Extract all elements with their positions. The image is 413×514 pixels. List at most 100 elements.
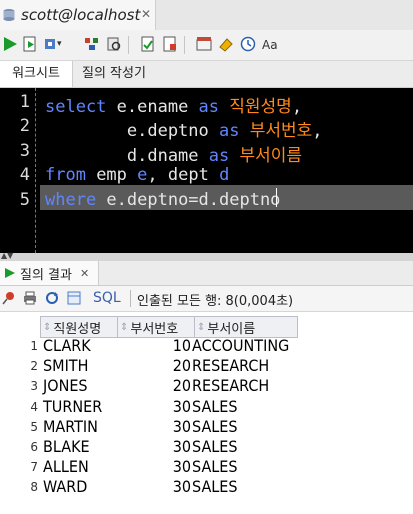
row-number: 4 <box>30 399 38 414</box>
column-header-deptno[interactable]: ⇕ 부서번호 <box>117 316 194 338</box>
results-tab-bar: 질의 결과 ✕ <box>0 261 413 286</box>
results-grid[interactable]: ⇕ 직원성명 ⇕ 부서번호 ⇕ 부서이름 1 CLARK 10 ACCOUNTING 2… <box>0 314 413 514</box>
commit-icon[interactable] <box>140 36 156 52</box>
cell-deptno: 30 <box>172 477 191 497</box>
column-header-label: 부서번호 <box>130 321 179 337</box>
sql-tuning-icon[interactable] <box>106 36 122 52</box>
code-token: from <box>45 165 97 186</box>
to-upper-case-icon[interactable]: Aa <box>262 36 282 52</box>
column-header-ename[interactable]: ⇕ 직원성명 <box>40 316 117 338</box>
freeze-view-icon[interactable] <box>67 291 81 305</box>
cell-dname: SALES <box>192 437 238 456</box>
cell-ename: JONES <box>43 376 88 396</box>
code-token: , <box>147 165 168 186</box>
result-grid-icon <box>5 268 15 278</box>
code-token: 직원성명 <box>229 97 292 117</box>
text-caret <box>276 188 277 207</box>
code-token: dept <box>167 165 220 186</box>
editor-tab-bar: scott@localhost ✕ <box>0 0 413 31</box>
row-number: 3 <box>30 379 38 394</box>
code-token: , <box>312 121 323 142</box>
code-token: d <box>219 165 230 186</box>
cell-deptno: 20 <box>172 376 191 396</box>
code-token: as <box>219 121 250 142</box>
cell-deptno: 30 <box>172 457 191 477</box>
cell-ename: SMITH <box>43 356 89 376</box>
code-token: e.deptno <box>45 121 219 142</box>
cell-deptno: 30 <box>172 437 191 456</box>
gutter-divider <box>35 88 36 253</box>
clear-eraser-icon[interactable] <box>218 36 234 52</box>
sort-icon[interactable]: ⇕ <box>120 322 128 333</box>
sort-icon[interactable]: ⇕ <box>197 322 205 333</box>
code-token: emp <box>96 165 138 186</box>
code-line: e.deptno as 부서번호, <box>45 116 323 142</box>
code-token: as <box>208 145 240 166</box>
tab-query-builder[interactable]: 질의 작성기 <box>82 61 146 87</box>
toolbar-divider <box>184 36 185 54</box>
line-number: 5 <box>19 189 30 210</box>
toolbar-divider <box>128 36 129 54</box>
toolbar-divider <box>130 290 131 307</box>
cell-ename: TURNER <box>43 396 103 416</box>
tab-worksheet[interactable]: 워크시트 <box>0 61 73 87</box>
code-token: where <box>45 189 107 210</box>
column-header-label: 직원성명 <box>53 321 102 337</box>
code-token: d.dname <box>45 145 209 166</box>
row-number: 8 <box>30 480 38 495</box>
code-line: where e.deptno=d.deptno <box>45 190 280 214</box>
tab-query-result[interactable]: 질의 결과 ✕ <box>0 261 99 285</box>
code-token: 부서이름 <box>239 145 303 166</box>
chevron-down-icon[interactable]: ▾ <box>57 39 62 49</box>
code-token: , <box>291 97 303 117</box>
code-token: e.deptno=d.deptno <box>106 189 281 210</box>
line-number: 1 <box>19 92 30 112</box>
code-token: e <box>137 165 148 186</box>
code-line: from emp e, dept d <box>45 165 229 189</box>
run-script-icon[interactable] <box>22 36 38 52</box>
code-token: as <box>198 97 230 117</box>
result-tab-label: 질의 결과 <box>20 267 72 283</box>
row-number: 6 <box>30 440 38 454</box>
cell-ename: CLARK <box>43 336 91 355</box>
line-number: 3 <box>19 140 30 161</box>
sql-link[interactable]: SQL <box>93 290 121 306</box>
code-token: e.ename <box>116 97 199 117</box>
cell-dname: ACCOUNTING <box>192 336 290 355</box>
connection-tab[interactable]: scott@localhost ✕ <box>0 0 156 30</box>
cell-ename: ALLEN <box>43 457 89 477</box>
worksheet-subtabs: 워크시트 질의 작성기 <box>0 61 413 88</box>
row-number: 7 <box>30 460 38 475</box>
print-icon[interactable] <box>23 291 37 305</box>
row-number: 5 <box>30 419 38 434</box>
database-icon <box>3 9 15 21</box>
close-icon[interactable]: ✕ <box>80 267 89 280</box>
svg-text:Aa: Aa <box>262 38 278 52</box>
cell-dname: RESEARCH <box>192 356 270 376</box>
fetch-status-text: 인출된 모든 행: 8(0,004초) <box>137 294 294 309</box>
sql-history-icon[interactable] <box>196 36 212 52</box>
cell-dname: SALES <box>192 396 238 416</box>
pin-icon[interactable] <box>2 291 16 305</box>
refresh-icon[interactable] <box>45 291 59 305</box>
sort-icon[interactable]: ⇕ <box>43 322 51 333</box>
explain-plan-icon[interactable] <box>84 36 100 52</box>
row-number: 1 <box>30 339 38 353</box>
tuning-clock-icon[interactable] <box>240 36 256 52</box>
line-number: 4 <box>19 165 30 186</box>
cell-deptno: 20 <box>172 356 191 376</box>
run-statement-icon[interactable] <box>2 36 18 52</box>
row-number: 2 <box>30 359 38 374</box>
cell-deptno: 10 <box>172 336 191 355</box>
collapse-arrows-icon[interactable]: ▲▼ <box>1 251 13 260</box>
pane-splitter[interactable]: ▲▼ <box>0 251 413 261</box>
close-icon[interactable]: ✕ <box>141 7 151 21</box>
sql-editor[interactable]: select e.ename as 직원성명, e.deptno as 부서번호… <box>0 88 413 253</box>
rollback-icon[interactable] <box>162 36 178 52</box>
cell-dname: SALES <box>192 416 238 436</box>
code-token: select <box>45 97 117 117</box>
cell-dname: SALES <box>192 457 238 477</box>
cell-deptno: 30 <box>172 396 191 416</box>
cell-dname: RESEARCH <box>192 376 270 396</box>
column-header-dname[interactable]: ⇕ 부서이름 <box>194 316 298 338</box>
